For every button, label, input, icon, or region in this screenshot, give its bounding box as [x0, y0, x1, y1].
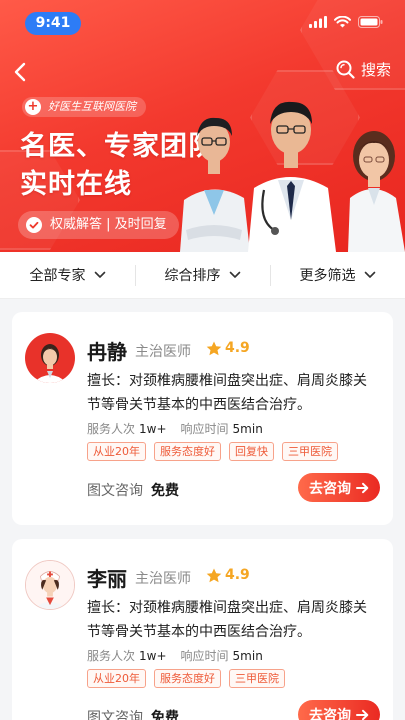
- doctor-name: 李丽: [87, 567, 127, 591]
- wifi-icon: [334, 16, 351, 28]
- doctor-tag: 从业20年: [87, 669, 146, 688]
- response-time-value: 5min: [232, 649, 263, 663]
- battery-icon: [358, 16, 383, 28]
- doctor-card[interactable]: 李丽 主治医师 4.9 擅长：对颈椎病腰椎间盘突出症、肩周炎膝关节等骨关节基本的…: [12, 539, 393, 720]
- doctor-tag: 服务态度好: [154, 442, 221, 461]
- doctor-rating: 4.9: [206, 567, 250, 583]
- doctor-specialty: 擅长：对颈椎病腰椎间盘突出症、肩周炎膝关节等骨关节基本的中西医结合治疗。: [87, 600, 367, 640]
- filter-label: 综合排序: [164, 268, 221, 284]
- check-badge-icon: [26, 217, 42, 233]
- consult-price: 免费: [151, 710, 179, 720]
- consult-button-label: 去咨询: [309, 707, 351, 720]
- status-time: 9:41: [25, 12, 81, 35]
- hero-badge-label: 权威解答 | 及时回复: [50, 217, 167, 232]
- chevron-down-icon: [364, 271, 375, 278]
- service-count-label: 服务人次: [87, 649, 136, 663]
- doctor-avatar: [25, 560, 75, 610]
- consult-price: 免费: [151, 483, 179, 499]
- response-time-label: 响应时间: [180, 649, 229, 663]
- doctor-title: 主治医师: [135, 571, 191, 587]
- consult-info: 图文咨询 免费: [87, 480, 179, 500]
- star-icon: [206, 341, 222, 355]
- doctor-tag: 回复快: [229, 442, 274, 461]
- doctor-tag: 从业20年: [87, 442, 146, 461]
- service-count-value: 1w+: [139, 422, 167, 436]
- doctor-tag: 服务态度好: [154, 669, 221, 688]
- consult-info: 图文咨询 免费: [87, 707, 179, 720]
- doctor-tag: 三甲医院: [282, 442, 338, 461]
- doctor-card[interactable]: 冉静 主治医师 4.9 擅长：对颈椎病腰椎间盘突出症、肩周炎膝关节等骨关节基本的…: [12, 312, 393, 525]
- consult-type: 图文咨询: [87, 483, 143, 499]
- doctor-stats: 服务人次 1w+ 响应时间 5min: [87, 420, 263, 437]
- filter-label: 全部专家: [29, 268, 86, 284]
- filter-sort[interactable]: 综合排序: [135, 252, 270, 298]
- chevron-down-icon: [229, 271, 240, 278]
- doctor-avatar: [25, 333, 75, 383]
- doctor-specialty: 擅长：对颈椎病腰椎间盘突出症、肩周炎膝关节等骨关节基本的中西医结合治疗。: [87, 373, 367, 413]
- back-arrow-icon[interactable]: [10, 58, 32, 86]
- service-count-label: 服务人次: [87, 422, 136, 436]
- search-label: 搜索: [360, 61, 391, 79]
- filter-label: 更多筛选: [299, 268, 356, 284]
- hospital-tag: + 好医生互联网医院: [22, 97, 146, 117]
- consult-button[interactable]: 去咨询: [298, 473, 380, 502]
- doctor-stats: 服务人次 1w+ 响应时间 5min: [87, 647, 263, 664]
- hospital-tag-label: 好医生互联网医院: [48, 100, 136, 113]
- response-time-label: 响应时间: [180, 422, 229, 436]
- doctors-illustration: [180, 101, 405, 252]
- response-time-value: 5min: [232, 422, 263, 436]
- doctor-tags: 从业20年 服务态度好 三甲医院: [87, 669, 285, 688]
- doctor-tags: 从业20年 服务态度好 回复快 三甲医院: [87, 442, 338, 461]
- hero-banner: 9:41 搜索 + 好医生互联网医院 名医、专家团队 实时在线 权威解答 | 及…: [0, 0, 405, 252]
- medical-cross-icon: +: [25, 99, 41, 115]
- arrow-right-icon: [356, 709, 369, 720]
- filter-more[interactable]: 更多筛选: [270, 252, 405, 298]
- star-icon: [206, 568, 222, 582]
- consult-type: 图文咨询: [87, 710, 143, 720]
- doctor-name: 冉静: [87, 340, 127, 364]
- service-count-value: 1w+: [139, 649, 167, 663]
- chevron-down-icon: [94, 271, 105, 278]
- signal-icon: [309, 16, 327, 28]
- arrow-right-icon: [356, 482, 369, 493]
- consult-button[interactable]: 去咨询: [298, 700, 380, 720]
- filter-bar: 全部专家 综合排序 更多筛选: [0, 252, 405, 299]
- search-button[interactable]: 搜索: [336, 59, 391, 80]
- doctor-tag: 三甲医院: [229, 669, 285, 688]
- doctor-title: 主治医师: [135, 344, 191, 360]
- rating-value: 4.9: [225, 340, 250, 356]
- filter-all-experts[interactable]: 全部专家: [0, 252, 135, 298]
- status-bar: 9:41: [0, 0, 405, 46]
- consult-button-label: 去咨询: [309, 480, 351, 497]
- rating-value: 4.9: [225, 567, 250, 583]
- search-icon: [336, 60, 355, 79]
- hero-badge: 权威解答 | 及时回复: [18, 211, 179, 239]
- doctor-rating: 4.9: [206, 340, 250, 356]
